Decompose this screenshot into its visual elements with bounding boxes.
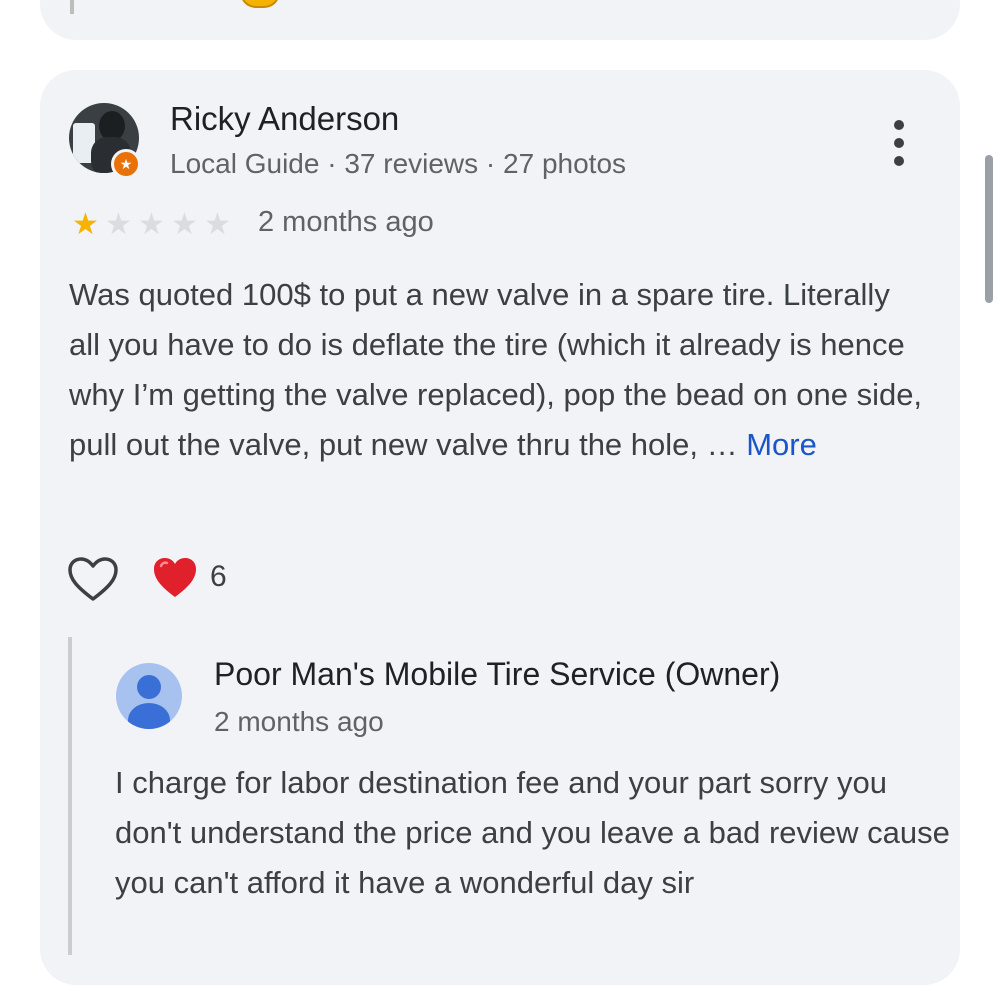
- star-rating: ★ ★ ★ ★ ★: [69, 208, 234, 242]
- reply-indent-bar: [68, 637, 72, 955]
- red-heart-icon[interactable]: [152, 556, 198, 600]
- owner-avatar: [116, 663, 182, 729]
- heart-outline-icon[interactable]: [67, 556, 119, 604]
- review-card: ★ Ricky Anderson Local Guide · 37 review…: [40, 70, 960, 985]
- owner-name: Poor Man's Mobile Tire Service (Owner): [214, 656, 781, 692]
- star-empty-icon: ★: [171, 208, 198, 241]
- star-empty-icon: ★: [105, 208, 132, 241]
- star-filled-icon: ★: [72, 208, 99, 241]
- reaction-count: 6: [210, 560, 227, 593]
- more-link[interactable]: More: [746, 427, 817, 462]
- owner-reply-date: 2 months ago: [214, 706, 384, 737]
- previous-review-card: [40, 0, 960, 40]
- previous-reply-bar: [70, 0, 74, 14]
- scrollbar-thumb[interactable]: [985, 155, 993, 303]
- star-empty-icon: ★: [204, 208, 231, 241]
- local-guide-star-icon: ★: [111, 149, 141, 179]
- star-empty-icon: ★: [138, 208, 165, 241]
- emoji-icon: [240, 0, 280, 8]
- review-text: Was quoted 100$ to put a new valve in a …: [69, 270, 929, 470]
- owner-reply-text: I charge for labor destination fee and y…: [115, 765, 950, 900]
- reviewer-name[interactable]: Ricky Anderson: [170, 100, 399, 138]
- more-vert-icon[interactable]: [888, 120, 912, 166]
- reviewer-meta: Local Guide · 37 reviews · 27 photos: [170, 148, 627, 179]
- review-date: 2 months ago: [258, 206, 434, 238]
